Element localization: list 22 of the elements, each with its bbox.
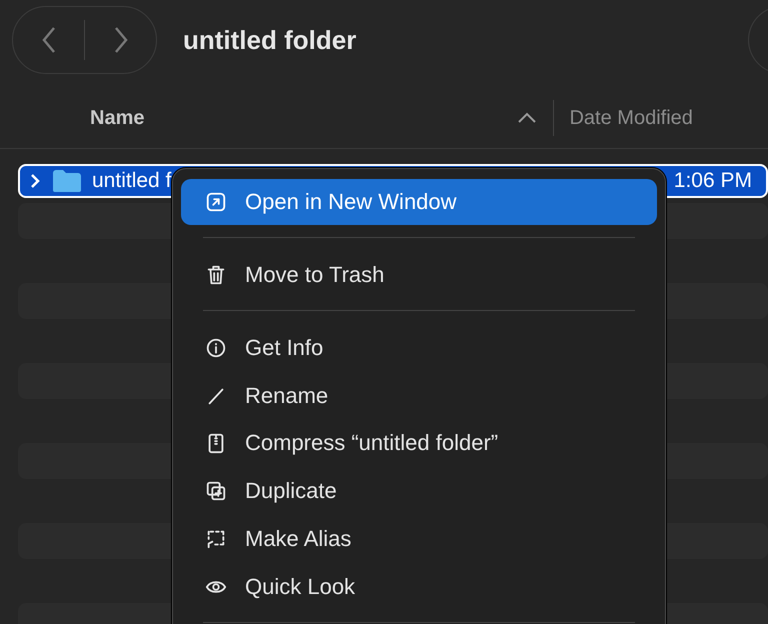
column-header[interactable]: Name — [90, 106, 144, 130]
menu-item[interactable]: Move to Trash — [181, 252, 657, 298]
back-icon — [40, 26, 56, 54]
forward-icon — [112, 26, 128, 54]
trash-icon — [205, 264, 227, 286]
menu-item[interactable]: Quick Look — [181, 564, 657, 610]
disclosure-chevron-icon[interactable] — [28, 173, 42, 189]
column-header[interactable]: Date Modified — [554, 106, 693, 130]
menu-item[interactable]: Rename — [181, 372, 657, 418]
file-name: untitled f — [92, 169, 172, 193]
menu-item[interactable]: Open in New Window — [181, 179, 657, 225]
window-title: untitled folder — [183, 24, 358, 56]
info-icon — [205, 336, 227, 359]
date-modified: 1:06 PM — [674, 169, 753, 193]
menu-item[interactable]: Duplicate — [181, 468, 657, 514]
alias-icon — [205, 528, 227, 550]
menu-item[interactable]: Get Info — [181, 324, 657, 371]
folder-icon — [52, 169, 82, 193]
menu-item[interactable]: Compress “untitled folder” — [181, 420, 657, 466]
open-window-icon — [205, 190, 227, 213]
menu-item[interactable]: Make Alias — [181, 516, 657, 562]
duplicate-icon — [205, 480, 227, 502]
